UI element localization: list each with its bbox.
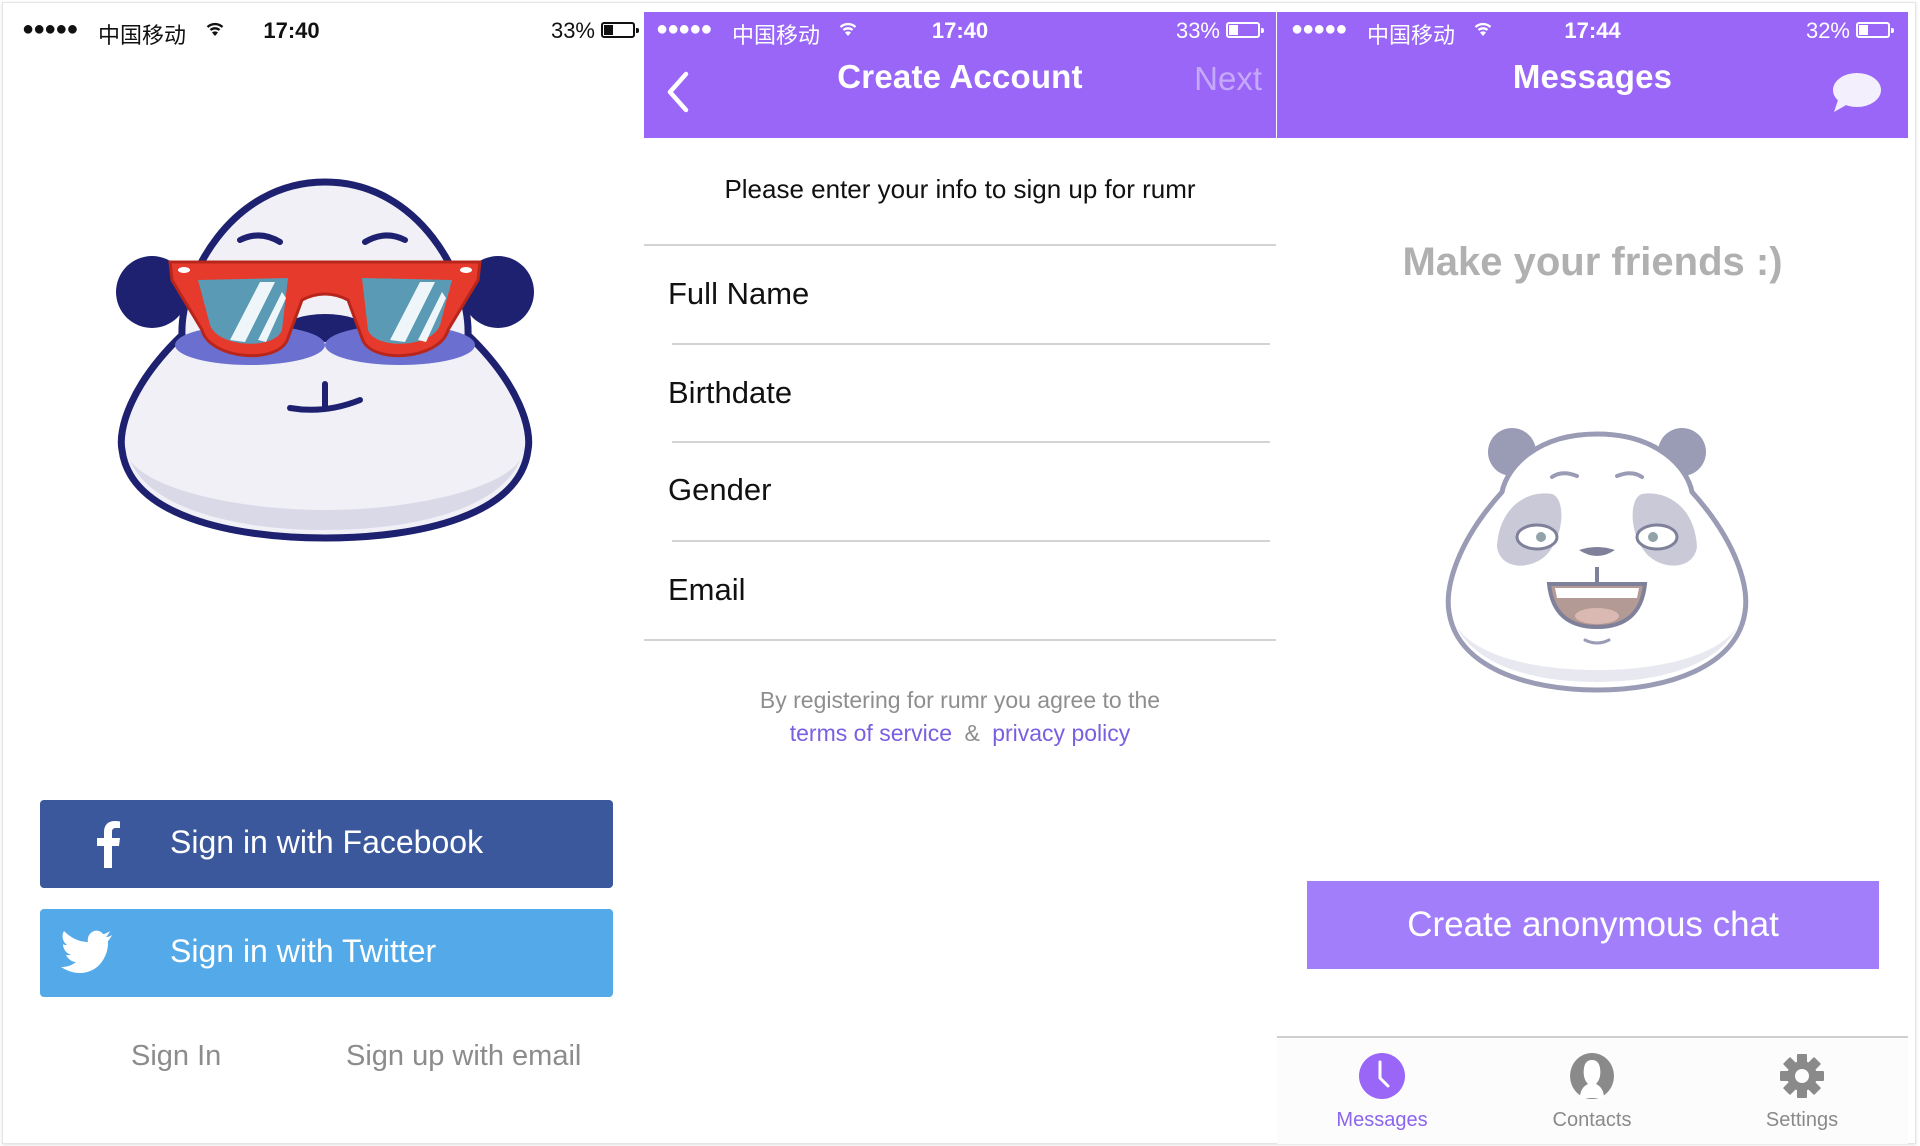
tab-label: Messages bbox=[1336, 1109, 1428, 1131]
twitter-icon bbox=[61, 930, 112, 973]
tab-settings[interactable]: Settings bbox=[1697, 1038, 1907, 1144]
legal-text: By registering for rumr you agree to the bbox=[759, 687, 1161, 713]
privacy-policy-link[interactable]: privacy policy bbox=[992, 720, 1130, 746]
empty-state-text: Make your friends :) bbox=[1402, 240, 1783, 284]
email-field[interactable]: Email bbox=[668, 572, 746, 608]
clock-icon bbox=[1359, 1053, 1405, 1099]
sign-in-link[interactable]: Sign In bbox=[131, 1040, 221, 1073]
signin-screen: ●●●●● 中国移动 17:40 33% Sign in with Facebo… bbox=[0, 0, 643, 1146]
nav-title: Create Account bbox=[837, 58, 1083, 95]
divider bbox=[644, 244, 1276, 246]
legal-links: terms of service & privacy policy bbox=[644, 720, 1276, 747]
battery-icon bbox=[1226, 22, 1264, 38]
next-button[interactable]: Next bbox=[1194, 60, 1262, 98]
facebook-button-label: Sign in with Facebook bbox=[170, 824, 484, 860]
divider bbox=[644, 639, 1276, 641]
battery-icon bbox=[1856, 22, 1894, 38]
sign-in-facebook-button[interactable]: Sign in with Facebook bbox=[40, 800, 613, 888]
status-time: 17:40 bbox=[263, 18, 320, 43]
battery-percent: 33% bbox=[550, 18, 595, 43]
divider bbox=[672, 441, 1270, 443]
gender-field[interactable]: Gender bbox=[668, 472, 771, 508]
full-name-field[interactable]: Full Name bbox=[668, 276, 809, 312]
status-bar: ●●●●● 中国移动 17:40 33% bbox=[0, 14, 643, 50]
create-account-screen: ●●●●● 中国移动 17:40 33% Create Account Next… bbox=[644, 0, 1276, 1146]
status-bar: ●●●●● 中国移动 17:40 33% bbox=[644, 14, 1276, 50]
sign-up-email-link[interactable]: Sign up with email bbox=[346, 1040, 581, 1073]
divider bbox=[672, 343, 1270, 345]
tab-bar: Messages Contacts Settings bbox=[1277, 1036, 1908, 1144]
sign-in-twitter-button[interactable]: Sign in with Twitter bbox=[40, 909, 613, 997]
messages-screen: ●●●●● 中国移动 17:44 32% Messages Make your … bbox=[1277, 0, 1908, 1146]
signup-instructions: Please enter your info to sign up for ru… bbox=[724, 174, 1196, 204]
gear-icon bbox=[1780, 1054, 1824, 1098]
person-icon bbox=[1570, 1053, 1614, 1099]
birthdate-field[interactable]: Birthdate bbox=[668, 375, 792, 411]
status-bar: ●●●●● 中国移动 17:44 32% bbox=[1277, 14, 1908, 50]
create-anonymous-chat-button[interactable]: Create anonymous chat bbox=[1307, 881, 1879, 969]
twitter-button-label: Sign in with Twitter bbox=[170, 933, 437, 969]
tab-label: Contacts bbox=[1552, 1109, 1632, 1131]
battery-icon bbox=[601, 22, 639, 38]
tab-contacts[interactable]: Contacts bbox=[1487, 1038, 1697, 1144]
ampersand: & bbox=[964, 720, 980, 746]
panda-happy-illustration bbox=[1445, 428, 1749, 693]
panda-sunglasses-illustration bbox=[116, 178, 534, 542]
terms-of-service-link[interactable]: terms of service bbox=[790, 720, 952, 746]
battery-percent: 33% bbox=[1175, 18, 1220, 43]
battery-percent: 32% bbox=[1805, 18, 1850, 43]
tab-label: Settings bbox=[1765, 1109, 1839, 1131]
chat-bubble-icon[interactable] bbox=[1830, 72, 1882, 114]
tab-messages[interactable]: Messages bbox=[1277, 1038, 1487, 1144]
facebook-icon bbox=[97, 821, 120, 868]
nav-title: Messages bbox=[1512, 58, 1673, 95]
divider bbox=[672, 540, 1270, 542]
